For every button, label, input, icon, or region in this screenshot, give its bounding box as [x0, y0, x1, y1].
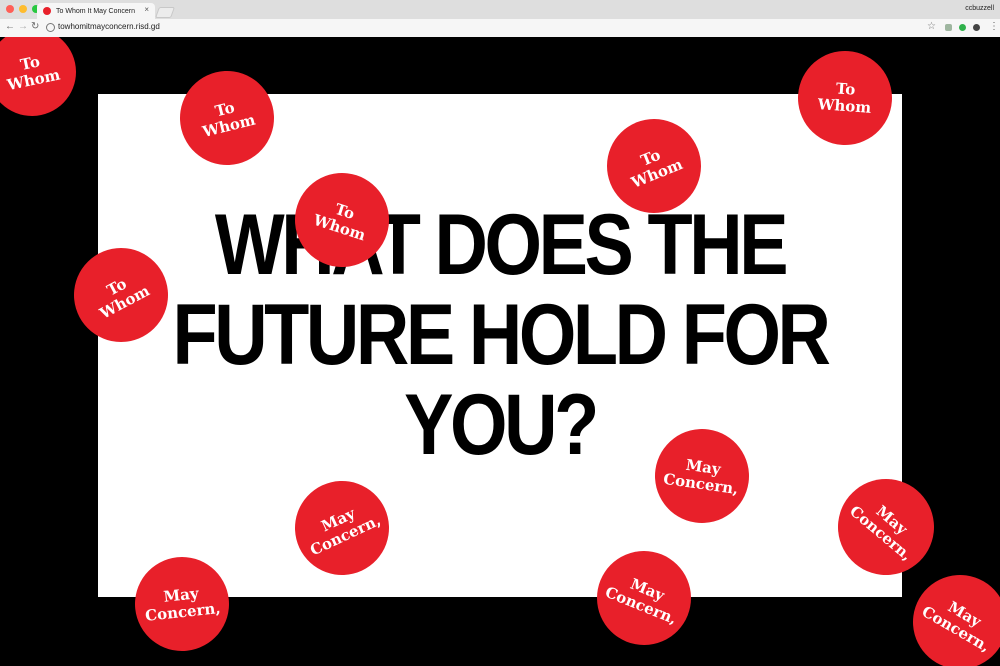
browser-chrome: To Whom It May Concern × ccbuzzell ← → ↻…	[0, 0, 1000, 38]
tab-active[interactable]: To Whom It May Concern ×	[37, 3, 155, 19]
tab-bar: To Whom It May Concern × ccbuzzell	[0, 0, 1000, 19]
bookmark-star-icon[interactable]: ☆	[927, 21, 936, 32]
menu-icon[interactable]: ⋮	[989, 21, 999, 33]
sticker-text: Whom	[817, 95, 872, 117]
tab-close-icon[interactable]: ×	[144, 5, 149, 14]
page-headline: WHAT DOES THE FUTURE HOLD FOR YOU?	[154, 200, 845, 470]
extension-icon[interactable]	[945, 24, 952, 31]
reload-icon[interactable]: ↻	[31, 21, 39, 33]
site-favicon-icon	[43, 7, 51, 15]
back-icon[interactable]: ←	[5, 21, 15, 33]
window-controls	[6, 5, 40, 13]
new-tab-button[interactable]	[154, 7, 176, 18]
headline-line: WHAT DOES THE	[214, 197, 789, 293]
site-info-icon[interactable]	[46, 23, 55, 32]
grammarly-extension-icon[interactable]	[959, 24, 966, 31]
tab-title: To Whom It May Concern	[56, 7, 135, 15]
profile-name[interactable]: ccbuzzell	[965, 5, 994, 12]
toolbar: ← → ↻ towhomitmayconcern.risd.gd ☆ ⋮	[0, 19, 1000, 38]
headline-line: FUTURE HOLD FOR	[172, 287, 831, 383]
address-bar[interactable]: towhomitmayconcern.risd.gd	[58, 22, 160, 31]
sticker-may-concern: May Concern,	[895, 557, 1000, 666]
close-window-button[interactable]	[6, 5, 14, 13]
sticker-to-whom: To Whom	[0, 37, 85, 125]
page-viewport: WHAT DOES THE FUTURE HOLD FOR YOU? To Who…	[0, 37, 1000, 666]
forward-icon[interactable]: →	[18, 21, 28, 33]
chat-extension-icon[interactable]	[973, 24, 980, 31]
minimize-window-button[interactable]	[19, 5, 27, 13]
